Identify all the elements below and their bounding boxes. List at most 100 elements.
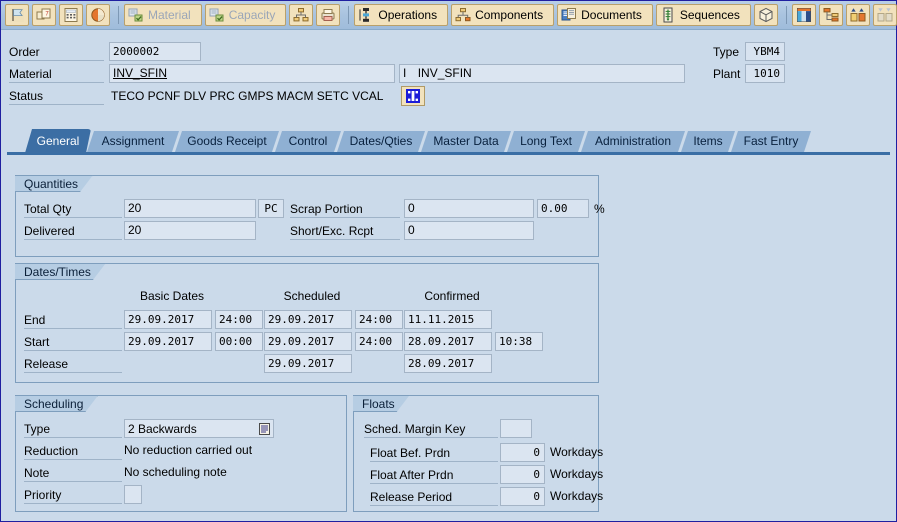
confirmed-date-field[interactable]: 28.09.2017 bbox=[404, 354, 492, 373]
scheduled-column-header: Scheduled bbox=[283, 289, 341, 303]
material-number-value: INV_SFIN bbox=[113, 66, 168, 80]
basic-time-field[interactable]: 00:00 bbox=[215, 332, 263, 351]
material-number-field[interactable]: INV_SFIN bbox=[109, 64, 395, 83]
tab-dates-qties[interactable]: Dates/Qties bbox=[337, 131, 425, 152]
total-qty-label: Total Qty bbox=[24, 201, 122, 218]
tab-administration[interactable]: Administration bbox=[581, 131, 685, 152]
confirmed-date-field[interactable]: 11.11.2015 bbox=[404, 310, 492, 329]
sequences-button[interactable]: Sequences bbox=[655, 4, 751, 26]
sched-margin-key-field[interactable] bbox=[500, 419, 532, 438]
scrap-percent-field[interactable]: 0.00 bbox=[537, 199, 589, 218]
float-row-label: Release Period bbox=[370, 489, 498, 506]
hierarchy-icon-button[interactable] bbox=[289, 4, 314, 26]
short-excess-receipt-field[interactable]: 0 bbox=[404, 221, 534, 240]
basic-date-field[interactable]: 29.09.2017 bbox=[124, 310, 212, 329]
operations-button[interactable]: Operations bbox=[354, 4, 449, 26]
confirmed-column-header: Confirmed bbox=[424, 289, 480, 303]
tab-goods-receipt[interactable]: Goods Receipt bbox=[175, 131, 279, 152]
collapse-up-icon-button[interactable] bbox=[845, 4, 870, 26]
float-row-value-field[interactable]: 0 bbox=[500, 443, 545, 462]
calculator-icon bbox=[63, 7, 79, 23]
components-button[interactable]: Components bbox=[451, 4, 555, 26]
float-row-value-field[interactable]: 0 bbox=[500, 465, 545, 484]
material-button-label: Material bbox=[148, 8, 191, 22]
scheduled-date-field[interactable]: 29.09.2017 bbox=[264, 332, 352, 351]
total-qty-field[interactable]: 20 bbox=[124, 199, 256, 218]
sequences-icon bbox=[660, 7, 676, 23]
scheduling-type-dropdown[interactable]: 2 Backwards bbox=[124, 419, 274, 438]
tab-long-text[interactable]: Long Text bbox=[507, 131, 585, 152]
scheduled-time-field[interactable]: 24:00 bbox=[355, 310, 403, 329]
toolbar-separator bbox=[348, 6, 350, 24]
cost-analysis-icon-button[interactable] bbox=[86, 4, 110, 26]
basic-date-field[interactable]: 29.09.2017 bbox=[124, 332, 212, 351]
order-header-panel: Order 2000002 Material INV_SFIN I INV_SF… bbox=[1, 30, 896, 127]
tab-strip: General Assignment Goods Receipt Control Dat… bbox=[1, 129, 896, 155]
percent-sign-label: % bbox=[594, 202, 605, 216]
cube-icon bbox=[758, 7, 774, 23]
reduction-value: No reduction carried out bbox=[124, 443, 253, 457]
structure-list-icon-button[interactable] bbox=[818, 4, 843, 26]
confirmed-date-field[interactable]: 28.09.2017 bbox=[404, 332, 492, 351]
object-overview-icon-button[interactable] bbox=[753, 4, 778, 26]
material-description-field[interactable]: I INV_SFIN bbox=[399, 64, 685, 83]
order-type-field[interactable]: YBM4 bbox=[745, 42, 785, 61]
plant-field[interactable]: 1010 bbox=[745, 64, 785, 83]
flag-icon-button[interactable] bbox=[5, 4, 29, 26]
operations-button-label: Operations bbox=[378, 8, 438, 22]
tab-assignment[interactable]: Assignment bbox=[87, 131, 179, 152]
application-toolbar: 7 Material Capacity Operations Components Doc… bbox=[1, 1, 897, 30]
order-label: Order bbox=[9, 44, 104, 61]
delivered-label: Delivered bbox=[24, 223, 122, 240]
scheduling-group: Scheduling Type 2 Backwards Reduction No… bbox=[15, 395, 347, 512]
tab-general[interactable]: General bbox=[25, 129, 91, 153]
order-number-field[interactable]: 2000002 bbox=[109, 42, 201, 61]
tab-master-data[interactable]: Master Data bbox=[421, 131, 511, 152]
status-info-button[interactable] bbox=[401, 86, 425, 106]
calculator-icon-button[interactable] bbox=[59, 4, 83, 26]
tab-control[interactable]: Control bbox=[275, 131, 341, 152]
status-label: Status bbox=[9, 88, 104, 105]
priority-label: Priority bbox=[24, 487, 122, 504]
order-confirmation-icon-button[interactable]: 7 bbox=[32, 4, 56, 26]
reduction-label: Reduction bbox=[24, 443, 122, 460]
basic-time-field[interactable]: 24:00 bbox=[215, 310, 263, 329]
general-tab-content: Quantities Total Qty 20 PC Delivered 20 … bbox=[7, 155, 890, 517]
layout-columns-icon-button[interactable] bbox=[791, 4, 816, 26]
scrap-portion-field[interactable]: 0 bbox=[404, 199, 534, 218]
material-button[interactable]: Material bbox=[124, 4, 202, 26]
sequences-button-label: Sequences bbox=[679, 8, 740, 22]
delivered-qty-field[interactable]: 20 bbox=[124, 221, 256, 240]
tab-fast-entry[interactable]: Fast Entry bbox=[731, 131, 811, 152]
capacity-availability-icon bbox=[209, 7, 225, 23]
printer-icon-button[interactable] bbox=[316, 4, 341, 26]
documents-button-label: Documents bbox=[581, 8, 642, 22]
float-row-unit-label: Workdays bbox=[550, 445, 604, 459]
basic-dates-column-header: Basic Dates bbox=[139, 289, 205, 303]
structure-tree-icon bbox=[823, 7, 839, 23]
priority-field[interactable] bbox=[124, 485, 142, 504]
scheduled-date-field[interactable]: 29.09.2017 bbox=[264, 354, 352, 373]
unit-of-measure-field[interactable]: PC bbox=[258, 199, 284, 218]
float-row-value-field[interactable]: 0 bbox=[500, 487, 545, 506]
sched-margin-key-label: Sched. Margin Key bbox=[364, 421, 498, 438]
capacity-button[interactable]: Capacity bbox=[204, 4, 287, 26]
dates-row-label: Release bbox=[24, 356, 122, 373]
scheduled-date-field[interactable]: 29.09.2017 bbox=[264, 310, 352, 329]
expand-down-icon-button[interactable] bbox=[872, 4, 897, 26]
org-hierarchy-icon bbox=[293, 7, 309, 23]
confirmed-time-field[interactable]: 10:38 bbox=[495, 332, 543, 351]
documents-icon bbox=[561, 7, 577, 23]
dates-row-label: Start bbox=[24, 334, 122, 351]
tab-items[interactable]: Items bbox=[681, 131, 735, 152]
documents-button[interactable]: Documents bbox=[557, 4, 653, 26]
sap-order-window: 7 Material Capacity Operations Components Doc… bbox=[0, 0, 897, 522]
scheduled-time-field[interactable]: 24:00 bbox=[355, 332, 403, 351]
expand-down-icon bbox=[877, 7, 893, 23]
components-button-label: Components bbox=[475, 8, 544, 22]
document-number-icon: 7 bbox=[36, 7, 52, 23]
material-description-value: INV_SFIN bbox=[417, 66, 472, 80]
float-row-label: Float After Prdn bbox=[370, 467, 498, 484]
scheduling-type-label: Type bbox=[24, 421, 122, 438]
scheduling-note-label: Note bbox=[24, 465, 122, 482]
